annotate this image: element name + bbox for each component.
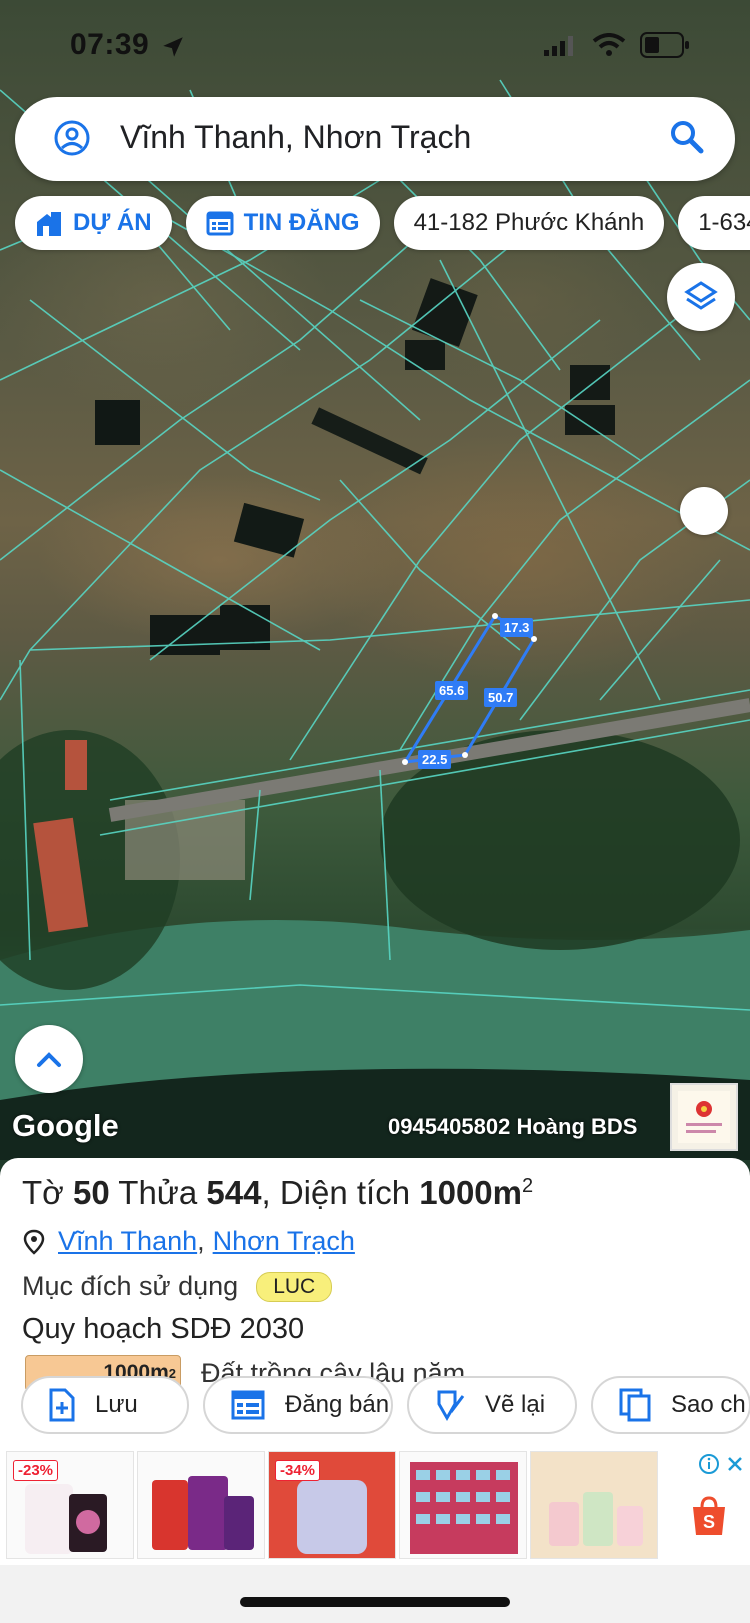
- redraw-label: Vẽ lại: [485, 1391, 546, 1418]
- usage-label: Mục đích sử dụng: [22, 1271, 239, 1301]
- location-pin-icon: [23, 1229, 45, 1255]
- search-bar[interactable]: Vĩnh Thanh, Nhơn Trạch: [15, 97, 735, 181]
- scroll-handle[interactable]: [680, 487, 728, 535]
- building-icon: [35, 210, 63, 236]
- post-sale-button[interactable]: Đăng bán: [203, 1376, 393, 1434]
- map-logo: Google: [12, 1108, 119, 1143]
- shopee-bag-icon[interactable]: S: [690, 1495, 728, 1537]
- battery-icon: [640, 32, 689, 58]
- parcel-title: Tờ 50 Thửa 544, Diện tích 1000m2: [22, 1174, 533, 1212]
- save-button[interactable]: Lưu: [21, 1376, 189, 1434]
- plan-title: Quy hoạch SDĐ 2030: [22, 1313, 305, 1345]
- document-thumbnail[interactable]: [670, 1083, 738, 1151]
- chip-label: TIN ĐĂNG: [243, 209, 360, 236]
- layers-button[interactable]: [667, 263, 735, 331]
- plot-number: 544: [206, 1174, 262, 1211]
- ad-item[interactable]: -23%: [6, 1451, 134, 1559]
- home-area: [0, 1565, 750, 1623]
- product-image: [410, 1462, 518, 1554]
- ad-item[interactable]: [399, 1451, 527, 1559]
- satellite-map[interactable]: 17.3 65.6 50.7 22.5 07:39 Vĩnh Thanh, Nh…: [0, 0, 750, 1160]
- wifi-icon: [592, 33, 626, 56]
- clock: 07:39: [70, 28, 150, 61]
- ad-info-icon[interactable]: [698, 1453, 720, 1475]
- ward-link[interactable]: Vĩnh Thanh: [58, 1226, 197, 1257]
- parcel-dim-left: 65.6: [435, 681, 469, 700]
- sheet-label: Tờ: [22, 1174, 64, 1211]
- status-bar: 07:39: [0, 22, 750, 68]
- parcel-dim-top: 17.3: [500, 618, 534, 637]
- ad-item[interactable]: [137, 1451, 265, 1559]
- emblem-icon: [678, 1091, 730, 1143]
- search-query[interactable]: Vĩnh Thanh, Nhơn Trạch: [120, 119, 471, 156]
- usage-badge: LUC: [256, 1271, 333, 1302]
- chevron-up-icon: [37, 1052, 61, 1067]
- chip-phuoc-khanh[interactable]: 41-182 Phước Khánh: [393, 196, 665, 250]
- parcel-dim-right: 50.7: [484, 688, 518, 707]
- home-indicator[interactable]: [240, 1597, 510, 1607]
- cell-signal-icon: [544, 36, 573, 56]
- sheet-number: 50: [72, 1174, 110, 1211]
- account-icon[interactable]: [53, 119, 91, 157]
- product-image: [531, 1452, 657, 1558]
- copy-icon: [619, 1388, 651, 1422]
- search-icon[interactable]: [669, 119, 705, 155]
- chip-label: DỰ ÁN: [73, 209, 152, 236]
- calendar-list-icon: [206, 210, 234, 236]
- post-sale-label: Đăng bán: [285, 1391, 390, 1418]
- location-arrow-icon: [163, 37, 183, 57]
- action-buttons: Lưu Đăng bán Vẽ lại Sao ch: [21, 1376, 750, 1434]
- ad-item[interactable]: -34%: [268, 1451, 396, 1559]
- chip-partial[interactable]: 1-634: [678, 196, 750, 250]
- redraw-icon: [435, 1388, 465, 1422]
- ad-close-icon[interactable]: [726, 1455, 744, 1473]
- discount-badge: -34%: [275, 1460, 321, 1481]
- copy-button[interactable]: Sao ch: [591, 1376, 750, 1434]
- redraw-button[interactable]: Vẽ lại: [407, 1376, 577, 1434]
- chip-label: 41-182 Phước Khánh: [413, 209, 645, 236]
- ad-banner[interactable]: -23% -34% S: [0, 1445, 750, 1565]
- chip-tin-dang[interactable]: TIN ĐĂNG: [185, 196, 380, 250]
- filter-chips: DỰ ÁN TIN ĐĂNG 41-182 Phước Khánh 1-634: [15, 196, 750, 250]
- parcel-location: Vĩnh Thanh, Nhơn Trạch: [22, 1226, 355, 1257]
- save-label: Lưu: [95, 1391, 138, 1418]
- chip-du-an[interactable]: DỰ ÁN: [15, 196, 172, 250]
- add-file-icon: [49, 1388, 75, 1422]
- chip-label: 1-634: [698, 209, 750, 236]
- parcel-dim-bottom: 22.5: [418, 750, 452, 769]
- product-image: [152, 1476, 254, 1550]
- svg-text:S: S: [703, 1512, 715, 1532]
- watermark: 0945405802 Hoàng BDS: [388, 1114, 638, 1139]
- area-label: , Diện tích: [261, 1174, 411, 1211]
- land-use-row: Mục đích sử dụng LUC: [22, 1271, 333, 1302]
- expand-panel-button[interactable]: [15, 1025, 83, 1093]
- area-value: 1000m: [419, 1174, 522, 1211]
- plot-label: Thửa: [118, 1174, 198, 1211]
- discount-badge: -23%: [13, 1460, 59, 1481]
- copy-label: Sao ch: [671, 1391, 746, 1418]
- area-unit-sup: 2: [522, 1175, 534, 1197]
- district-link[interactable]: Nhơn Trạch: [213, 1226, 355, 1257]
- ad-item[interactable]: [530, 1451, 658, 1559]
- layers-icon: [684, 281, 718, 310]
- listing-icon: [231, 1390, 265, 1420]
